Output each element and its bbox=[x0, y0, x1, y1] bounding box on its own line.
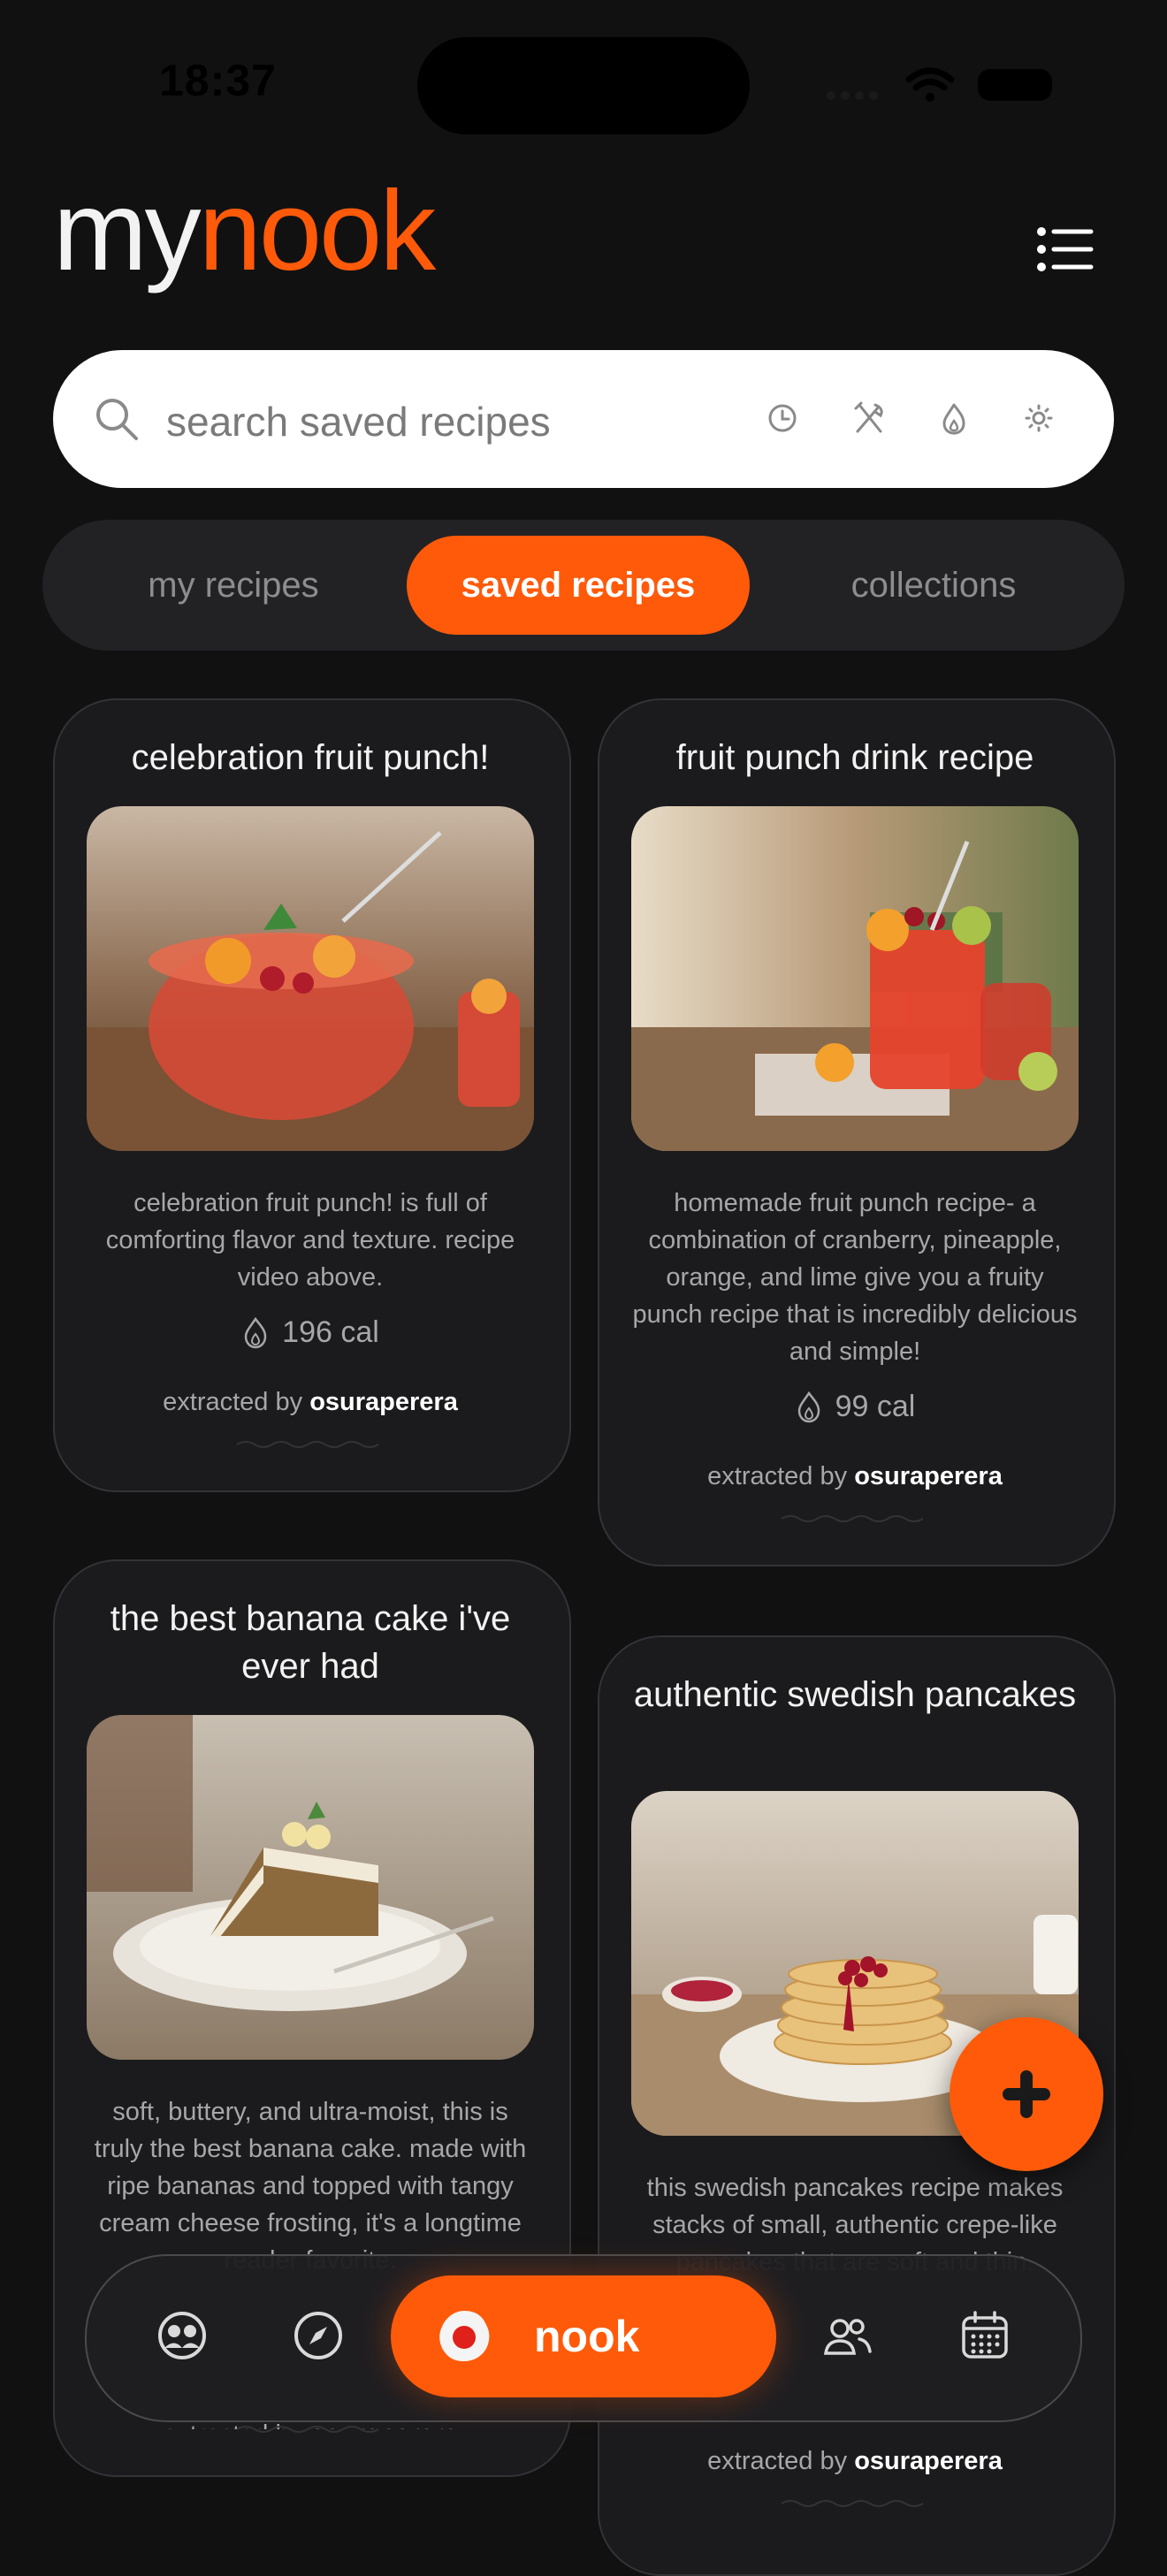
wifi-icon bbox=[905, 67, 955, 91]
people-icon[interactable] bbox=[820, 2309, 873, 2362]
utensils-icon[interactable] bbox=[847, 396, 891, 440]
extracted-by: extracted by osuraperera bbox=[707, 2447, 1003, 2475]
recipe-description: homemade fruit punch recipe- a combinati… bbox=[632, 1189, 1078, 1366]
extracted-by: extracted by osuraperera bbox=[707, 1462, 1003, 1490]
tab-my-recipes[interactable]: my recipes bbox=[83, 536, 384, 635]
calorie-row: 196 cal bbox=[87, 1315, 534, 1350]
dynamic-island bbox=[417, 37, 750, 134]
faces-icon[interactable] bbox=[156, 2309, 209, 2362]
author-name: osuraperera bbox=[854, 1462, 1003, 1490]
divider-squiggle bbox=[236, 1441, 379, 1448]
calorie-value: 99 cal bbox=[835, 1390, 916, 1423]
divider-squiggle bbox=[781, 2500, 924, 2507]
extracted-by: extracted by osuraperera bbox=[163, 1388, 458, 1416]
calorie-row: 99 cal bbox=[631, 1390, 1079, 1424]
battery-icon bbox=[978, 69, 1052, 101]
compass-icon[interactable] bbox=[292, 2309, 345, 2362]
recipe-title: celebration fruit punch! bbox=[131, 738, 490, 777]
flame-icon bbox=[797, 1391, 820, 1422]
search-input[interactable] bbox=[164, 385, 698, 458]
calorie-value: 196 cal bbox=[282, 1315, 379, 1349]
flame-icon[interactable] bbox=[932, 396, 976, 440]
recipe-title: fruit punch drink recipe bbox=[675, 738, 1034, 777]
plus-icon bbox=[1003, 2070, 1050, 2118]
search-icon bbox=[96, 399, 138, 440]
recipe-description: soft, buttery, and ultra-moist, this is … bbox=[94, 2098, 527, 2275]
clock-icon[interactable] bbox=[760, 396, 805, 440]
recipe-image-fruit-punch-glass bbox=[631, 806, 1079, 1151]
sun-icon[interactable] bbox=[1017, 396, 1061, 440]
recipe-description: celebration fruit punch! is full of comf… bbox=[105, 1189, 515, 1292]
flame-icon bbox=[244, 1316, 267, 1348]
nook-logo-icon bbox=[439, 2311, 490, 2362]
nook-label: nook bbox=[534, 2312, 640, 2361]
divider-squiggle bbox=[236, 2426, 379, 2433]
tab-collections[interactable]: collections bbox=[783, 536, 1084, 635]
menu-list-icon[interactable] bbox=[1036, 225, 1095, 274]
recipe-title: the best banana cake i've ever had bbox=[110, 1599, 511, 1686]
author-name: osuraperera bbox=[854, 2447, 1003, 2475]
author-name: osuraperera bbox=[309, 1388, 458, 1416]
calendar-icon[interactable] bbox=[958, 2309, 1011, 2362]
status-time: 18:37 bbox=[159, 56, 277, 105]
status-icons bbox=[827, 67, 1052, 102]
app-logo: mynook bbox=[53, 168, 436, 294]
divider-squiggle bbox=[781, 1515, 924, 1522]
recipe-title: authentic swedish pancakes bbox=[633, 1675, 1077, 1714]
add-recipe-button[interactable] bbox=[950, 2017, 1103, 2171]
recipe-image-fruit-punch-bowl bbox=[87, 806, 534, 1151]
recipe-image-banana-cake bbox=[87, 1715, 534, 2060]
tab-saved-recipes[interactable]: saved recipes bbox=[407, 536, 750, 635]
